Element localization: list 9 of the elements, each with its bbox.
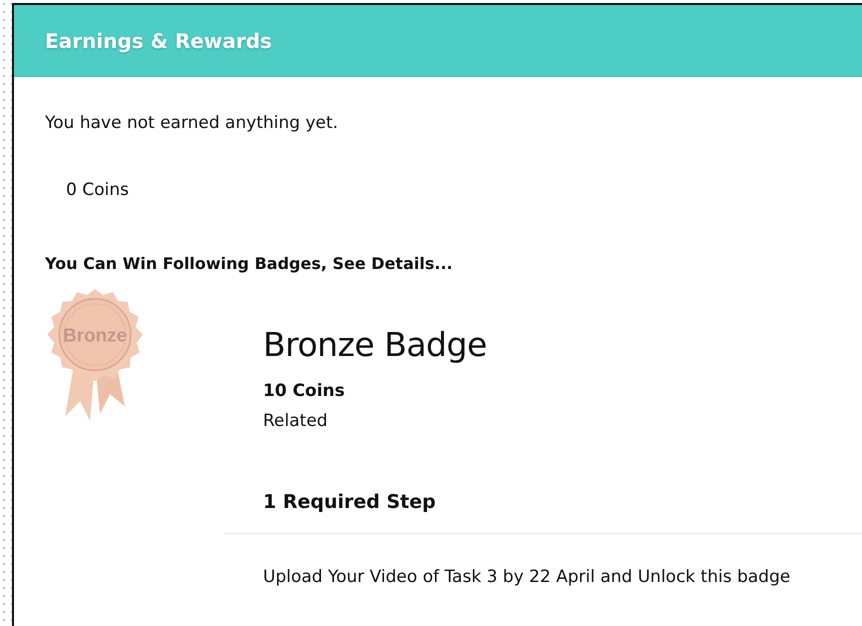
step-text: Upload Your Video of Task 3 by 22 April and Unlock this badge [263,567,792,587]
badge-title: Bronze Badge [263,325,487,364]
related-label: Related [263,411,329,431]
badges-heading: You Can Win Following Badges, See Details... [45,254,454,273]
empty-message: You have not earned anything yet. [45,113,340,133]
panel-title: Earnings & Rewards [45,28,272,52]
badge-coins: 10 Coins [263,381,346,401]
coin-total: 0 Coins [66,180,130,200]
steps-heading: 1 Required Step [263,491,437,513]
